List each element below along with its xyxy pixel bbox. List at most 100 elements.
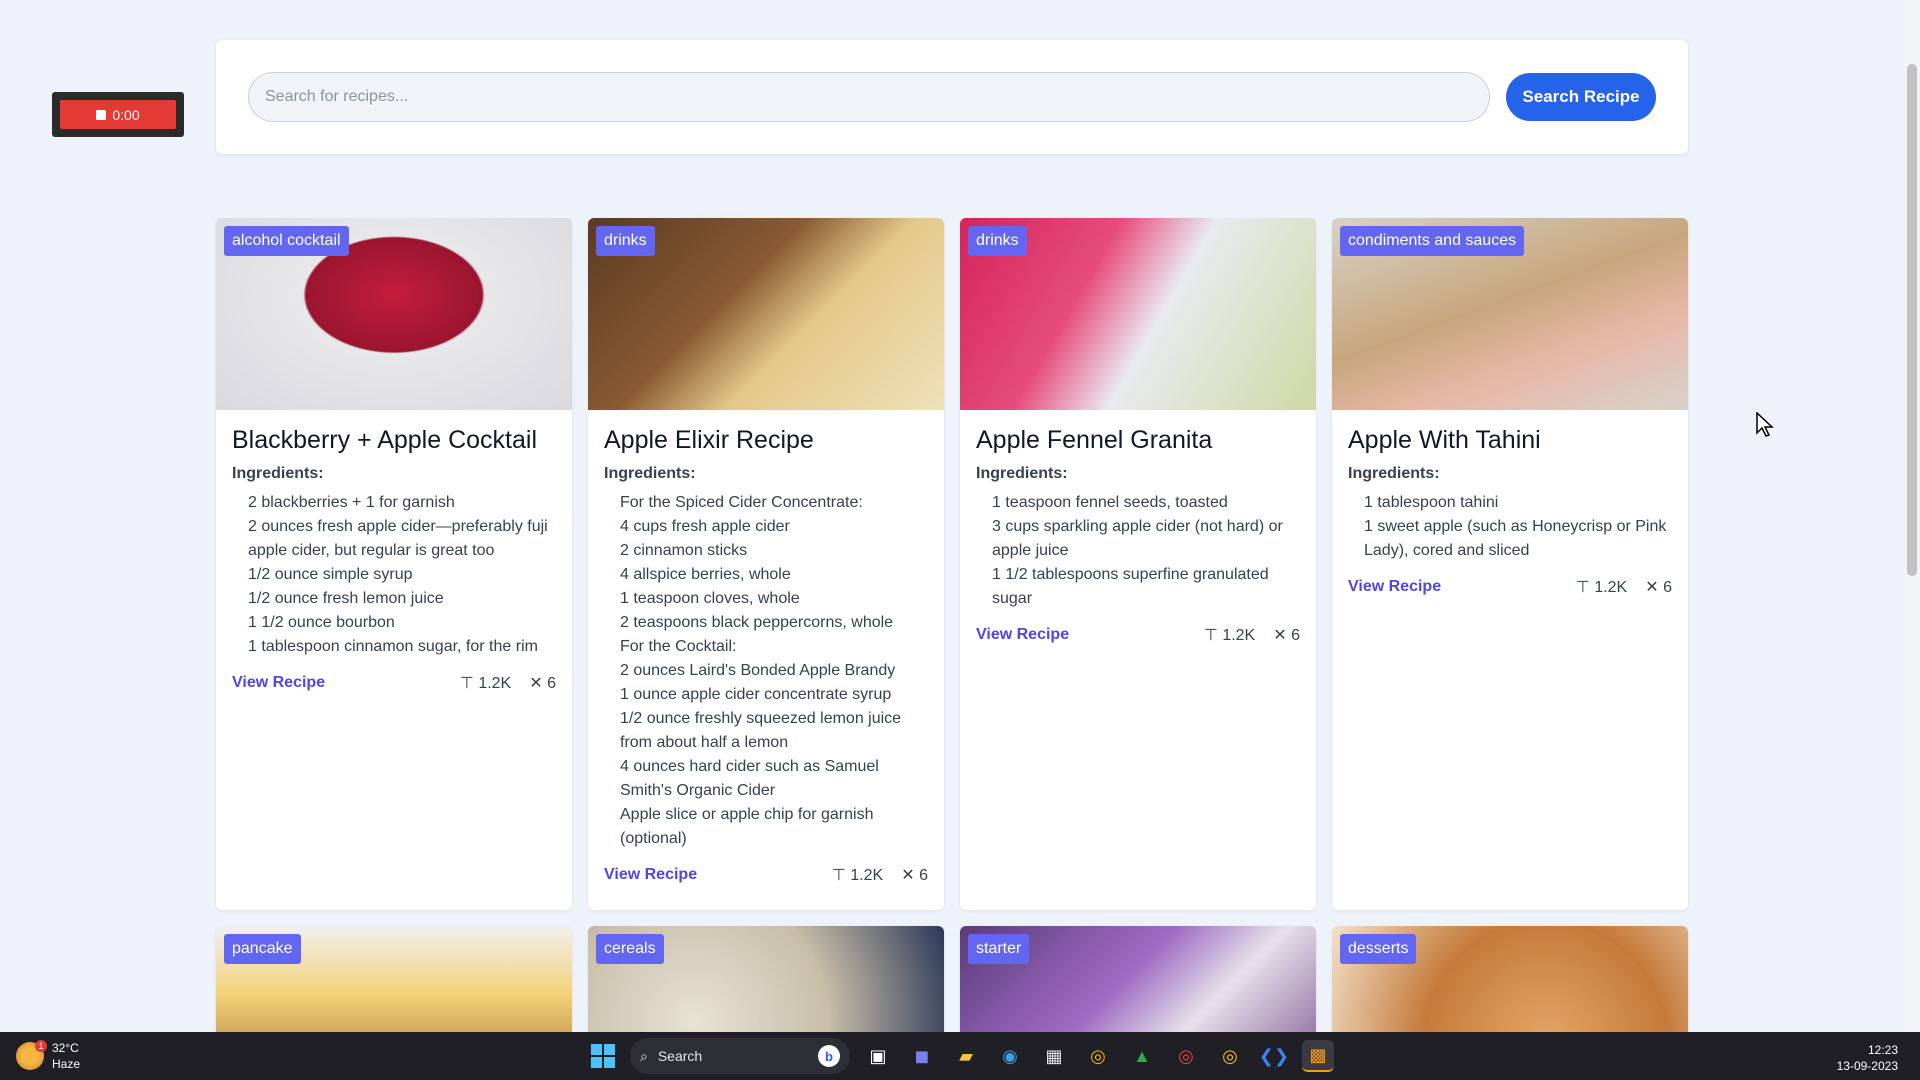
recipe-image: condiments and sauces xyxy=(1332,218,1688,410)
recipe-stats: ⊤ 1.2K ✕ 6 xyxy=(1204,625,1300,645)
servings-icon: ✕ xyxy=(529,675,543,692)
recipe-image: drinks xyxy=(960,218,1316,410)
ingredients-label: Ingredients: xyxy=(1348,465,1440,482)
ingredient-item: 4 allspice berries, whole xyxy=(620,566,791,583)
edge-browser-icon[interactable]: ◉ xyxy=(994,1040,1026,1072)
category-badge: desserts xyxy=(1340,934,1417,964)
search-recipe-button[interactable]: Search Recipe xyxy=(1506,73,1656,121)
mouse-cursor-icon xyxy=(1756,412,1774,437)
servings-icon: ✕ xyxy=(901,867,915,884)
windows-start-icon[interactable] xyxy=(588,1041,618,1071)
page-scrollbar[interactable] xyxy=(1904,0,1920,1032)
recipe-card: cereals xyxy=(588,926,944,1046)
stat-calories: ⊤ 1.2K xyxy=(1203,627,1256,644)
view-recipe-link[interactable]: View Recipe xyxy=(976,626,1069,644)
category-badge: drinks xyxy=(596,226,655,256)
teams-chat-icon[interactable]: ◼ xyxy=(906,1040,938,1072)
ingredient-item: 1 teaspoon fennel seeds, toasted xyxy=(992,494,1228,511)
taskbar-search[interactable]: ⌕ Search b xyxy=(630,1038,850,1074)
category-badge: condiments and sauces xyxy=(1340,226,1525,256)
recipe-card: starter xyxy=(960,926,1316,1046)
recipe-image: cereals xyxy=(588,926,944,1046)
recipe-title: Apple With Tahini xyxy=(1348,426,1541,454)
search-bar: Search Recipe xyxy=(216,40,1688,154)
category-badge: cereals xyxy=(596,934,664,964)
recipe-image: starter xyxy=(960,926,1316,1046)
scrollbar-thumb[interactable] xyxy=(1907,64,1917,576)
weather-widget[interactable]: 1 32°C Haze xyxy=(16,1040,80,1072)
ingredient-list: 2 blackberries + 1 for garnish 2 ounces … xyxy=(232,491,556,659)
recipe-card: drinks Apple Elixir Recipe Ingredients: … xyxy=(588,218,944,910)
view-recipe-link[interactable]: View Recipe xyxy=(604,866,697,884)
recipe-card: pancake xyxy=(216,926,572,1046)
stat-servings: ✕ 6 xyxy=(1273,627,1300,644)
weather-temperature: 32°C xyxy=(52,1041,79,1055)
recipe-card: condiments and sauces Apple With Tahini … xyxy=(1332,218,1688,910)
ingredient-item: 2 teaspoons black peppercorns, whole xyxy=(620,614,894,631)
ingredient-item: 1 teaspoon cloves, whole xyxy=(620,590,800,607)
ingredient-item: 2 ounces Laird's Bonded Apple Brandy xyxy=(620,662,896,679)
weather-condition: Haze xyxy=(52,1057,81,1071)
system-clock[interactable]: 12:23 13-09-2023 xyxy=(1837,1042,1898,1074)
ingredient-item: 1 tablespoon cinnamon sugar, for the rim xyxy=(248,638,538,655)
calories-icon: ⊤ xyxy=(1575,579,1590,596)
taskbar-apps: ⌕ Search b ▣ ◼ ▰ ◉ ▦ ◎ ▲ ◎ ◎ ❮❯ ▩ xyxy=(588,1038,1334,1074)
recipe-stats: ⊤ 1.2K ✕ 6 xyxy=(1576,577,1672,597)
vscode-icon[interactable]: ❮❯ xyxy=(1258,1040,1290,1072)
ingredients-label: Ingredients: xyxy=(976,465,1068,482)
ingredient-item: 1 ounce apple cider concentrate syrup xyxy=(620,686,892,703)
recipe-card: drinks Apple Fennel Granita Ingredients:… xyxy=(960,218,1316,910)
recorder-stop-button[interactable]: 0:00 xyxy=(60,100,176,129)
chrome-profile-icon[interactable]: ◎ xyxy=(1170,1040,1202,1072)
view-recipe-link[interactable]: View Recipe xyxy=(232,674,325,692)
ingredients-label: Ingredients: xyxy=(604,465,696,482)
recipe-title: Apple Elixir Recipe xyxy=(604,426,814,454)
ingredient-item: For the Spiced Cider Concentrate: xyxy=(620,494,863,511)
ingredient-item: 2 cinnamon sticks xyxy=(620,542,748,559)
task-view-icon[interactable]: ▣ xyxy=(862,1040,894,1072)
servings-icon: ✕ xyxy=(1645,579,1659,596)
ingredient-item: 2 ounces fresh apple cider—preferably fu… xyxy=(248,518,548,559)
calories-icon: ⊤ xyxy=(1203,627,1218,644)
ingredient-item: Apple slice or apple chip for garnish (o… xyxy=(620,806,874,847)
recipe-card: desserts xyxy=(1332,926,1688,1046)
calories-icon: ⊤ xyxy=(459,675,474,692)
recipe-image: pancake xyxy=(216,926,572,1046)
chrome-icon[interactable]: ◎ xyxy=(1082,1040,1114,1072)
search-icon: ⌕ xyxy=(640,1047,648,1064)
category-badge: starter xyxy=(968,934,1030,964)
store-icon[interactable]: ▦ xyxy=(1038,1040,1070,1072)
search-input[interactable] xyxy=(248,72,1490,122)
recipe-card: alcohol cocktail Blackberry + Apple Cock… xyxy=(216,218,572,910)
bing-icon[interactable]: b xyxy=(818,1045,840,1067)
chrome-profile-2-icon[interactable]: ◎ xyxy=(1214,1040,1246,1072)
calories-icon: ⊤ xyxy=(831,867,846,884)
file-explorer-icon[interactable]: ▰ xyxy=(950,1040,982,1072)
notification-badge: 1 xyxy=(35,1040,47,1052)
stat-servings: ✕ 6 xyxy=(529,675,556,692)
ingredient-item: 1/2 ounce freshly squeezed lemon juice f… xyxy=(620,710,902,751)
clock-time: 12:23 xyxy=(1867,1043,1898,1057)
ingredient-item: 2 blackberries + 1 for garnish xyxy=(248,494,455,511)
sun-haze-icon: 1 xyxy=(16,1040,47,1070)
ingredient-item: 1 1/2 ounce bourbon xyxy=(248,614,395,631)
recorder-time: 0:00 xyxy=(112,106,140,123)
ingredient-item: 4 ounces hard cider such as Samuel Smith… xyxy=(620,758,879,799)
google-drive-icon[interactable]: ▲ xyxy=(1126,1040,1158,1072)
recipe-title: Blackberry + Apple Cocktail xyxy=(232,426,538,454)
category-badge: drinks xyxy=(968,226,1027,256)
view-recipe-link[interactable]: View Recipe xyxy=(1348,578,1441,596)
recorder-app-icon[interactable]: ▩ xyxy=(1302,1040,1334,1072)
category-badge: pancake xyxy=(224,934,301,964)
ingredient-item: 1 1/2 tablespoons superfine granulated s… xyxy=(992,566,1269,607)
ingredient-item: 1 tablespoon tahini xyxy=(1364,494,1499,511)
servings-icon: ✕ xyxy=(1273,627,1287,644)
ingredient-item: For the Cocktail: xyxy=(620,638,737,655)
ingredient-list: For the Spiced Cider Concentrate: 4 cups… xyxy=(604,491,928,851)
taskbar-search-label: Search xyxy=(657,1048,703,1064)
category-badge: alcohol cocktail xyxy=(224,226,349,256)
stat-calories: ⊤ 1.2K xyxy=(831,867,884,884)
ingredient-list: 1 tablespoon tahini 1 sweet apple (such … xyxy=(1348,491,1672,563)
stat-servings: ✕ 6 xyxy=(901,867,928,884)
stop-icon xyxy=(96,109,107,120)
